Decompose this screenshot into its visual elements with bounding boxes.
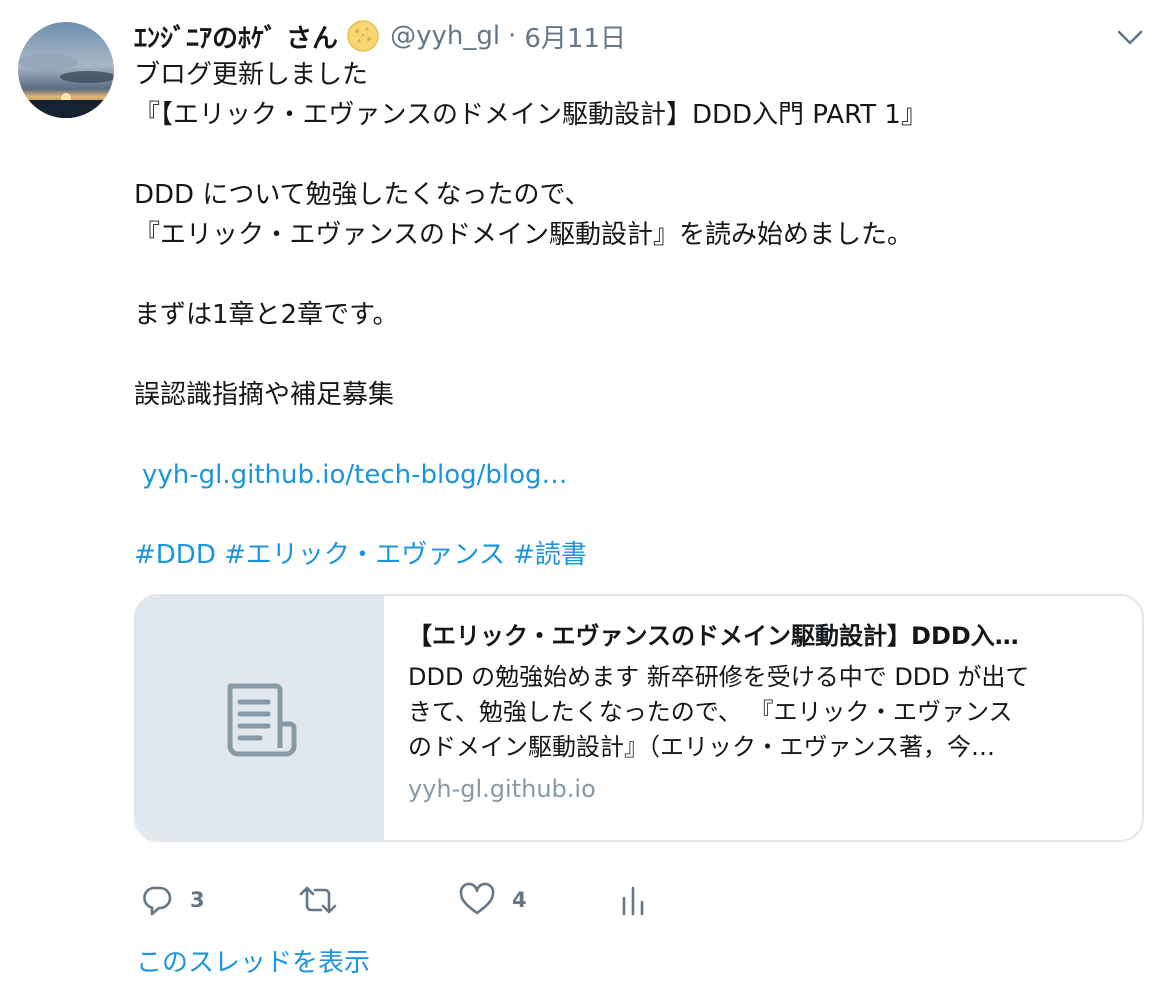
card-thumbnail — [136, 596, 384, 840]
card-description: DDD の勉強始めます 新卒研修を受ける中で DDD が出て きて、勉強したくな… — [408, 660, 1118, 765]
tweet-actions: 3 4 — [134, 878, 1134, 922]
chevron-down-icon[interactable] — [1110, 22, 1150, 52]
card-title: 【エリック・エヴァンスのドメイン駆動設計】DDD入… — [408, 622, 1019, 650]
card-description-line: DDD の勉強始めます 新卒研修を受ける中で DDD が出て — [408, 663, 1030, 691]
separator-dot: · — [508, 21, 517, 51]
show-thread-link[interactable]: このスレッドを表示 — [136, 942, 370, 979]
tweet-text: ブログ更新しました 『【エリック・エヴァンスのドメイン駆動設計】DDD入門 PA… — [134, 55, 1134, 575]
retweet-button[interactable] — [298, 878, 354, 922]
card-text: 【エリック・エヴァンスのドメイン駆動設計】DDD入… DDD の勉強始めます 新… — [384, 596, 1142, 840]
reply-count: 3 — [190, 888, 205, 912]
tweet-text-line — [134, 415, 1134, 455]
tweet-text-line: 『エリック・エヴァンスのドメイン駆動設計』を読み始めました。 — [134, 220, 913, 250]
hashtags: #DDD #エリック・エヴァンス #読書 — [134, 535, 1134, 575]
tweet-timestamp[interactable]: 6月11日 — [524, 18, 626, 55]
tweet-text-line — [134, 255, 1134, 295]
tweet-text-line: DDD について勉強したくなったので、 — [134, 180, 591, 210]
analytics-icon — [622, 886, 644, 916]
tweet-text-line: 誤認識指摘や補足募集 — [134, 380, 395, 410]
retweet-icon — [299, 886, 337, 914]
reply-button[interactable]: 3 — [138, 878, 205, 922]
hashtag-ddd[interactable]: #DDD — [134, 540, 216, 570]
card-description-line: のドメイン駆動設計』（エリック・エヴァンス著，今… — [408, 733, 996, 761]
hashtag-eric-evans[interactable]: #エリック・エヴァンス — [224, 540, 505, 570]
blog-link[interactable]: yyh-gl.github.io/tech-blog/blog… — [142, 460, 568, 490]
avatar[interactable] — [18, 22, 114, 118]
display-name[interactable]: ｴﾝｼﾞﾆｱのﾎｹﾞ さん — [134, 18, 338, 55]
like-button[interactable]: 4 — [458, 878, 527, 922]
card-description-line: きて、勉強したくなったので、 『エリック・エヴァンス — [408, 698, 1013, 726]
tweet-text-line — [134, 335, 1134, 375]
link-card[interactable]: 【エリック・エヴァンスのドメイン駆動設計】DDD入… DDD の勉強始めます 新… — [134, 594, 1144, 842]
document-icon — [227, 683, 297, 757]
tweet-header: ｴﾝｼﾞﾆｱのﾎｹﾞ さん @yyh_gl · 6月11日 — [134, 16, 626, 56]
tweet-text-line: まずは1章と2章です。 — [134, 300, 399, 330]
tweet-text-line: 『【エリック・エヴァンスのドメイン駆動設計】DDD入門 PART 1』 — [134, 100, 927, 130]
tweet-text-line: ブログ更新しました — [134, 60, 369, 90]
card-domain: yyh-gl.github.io — [408, 775, 596, 803]
tweet[interactable]: ｴﾝｼﾞﾆｱのﾎｹﾞ さん @yyh_gl · 6月11日 ブログ更新しました … — [0, 0, 1168, 998]
user-handle[interactable]: @yyh_gl — [390, 21, 500, 51]
like-count: 4 — [512, 888, 527, 912]
cookie-badge-icon — [346, 19, 380, 53]
reply-icon — [143, 886, 172, 916]
heart-icon — [459, 882, 495, 915]
hashtag-reading[interactable]: #読書 — [513, 540, 587, 570]
tweet-text-line — [134, 135, 1134, 175]
analytics-button[interactable] — [618, 878, 648, 922]
